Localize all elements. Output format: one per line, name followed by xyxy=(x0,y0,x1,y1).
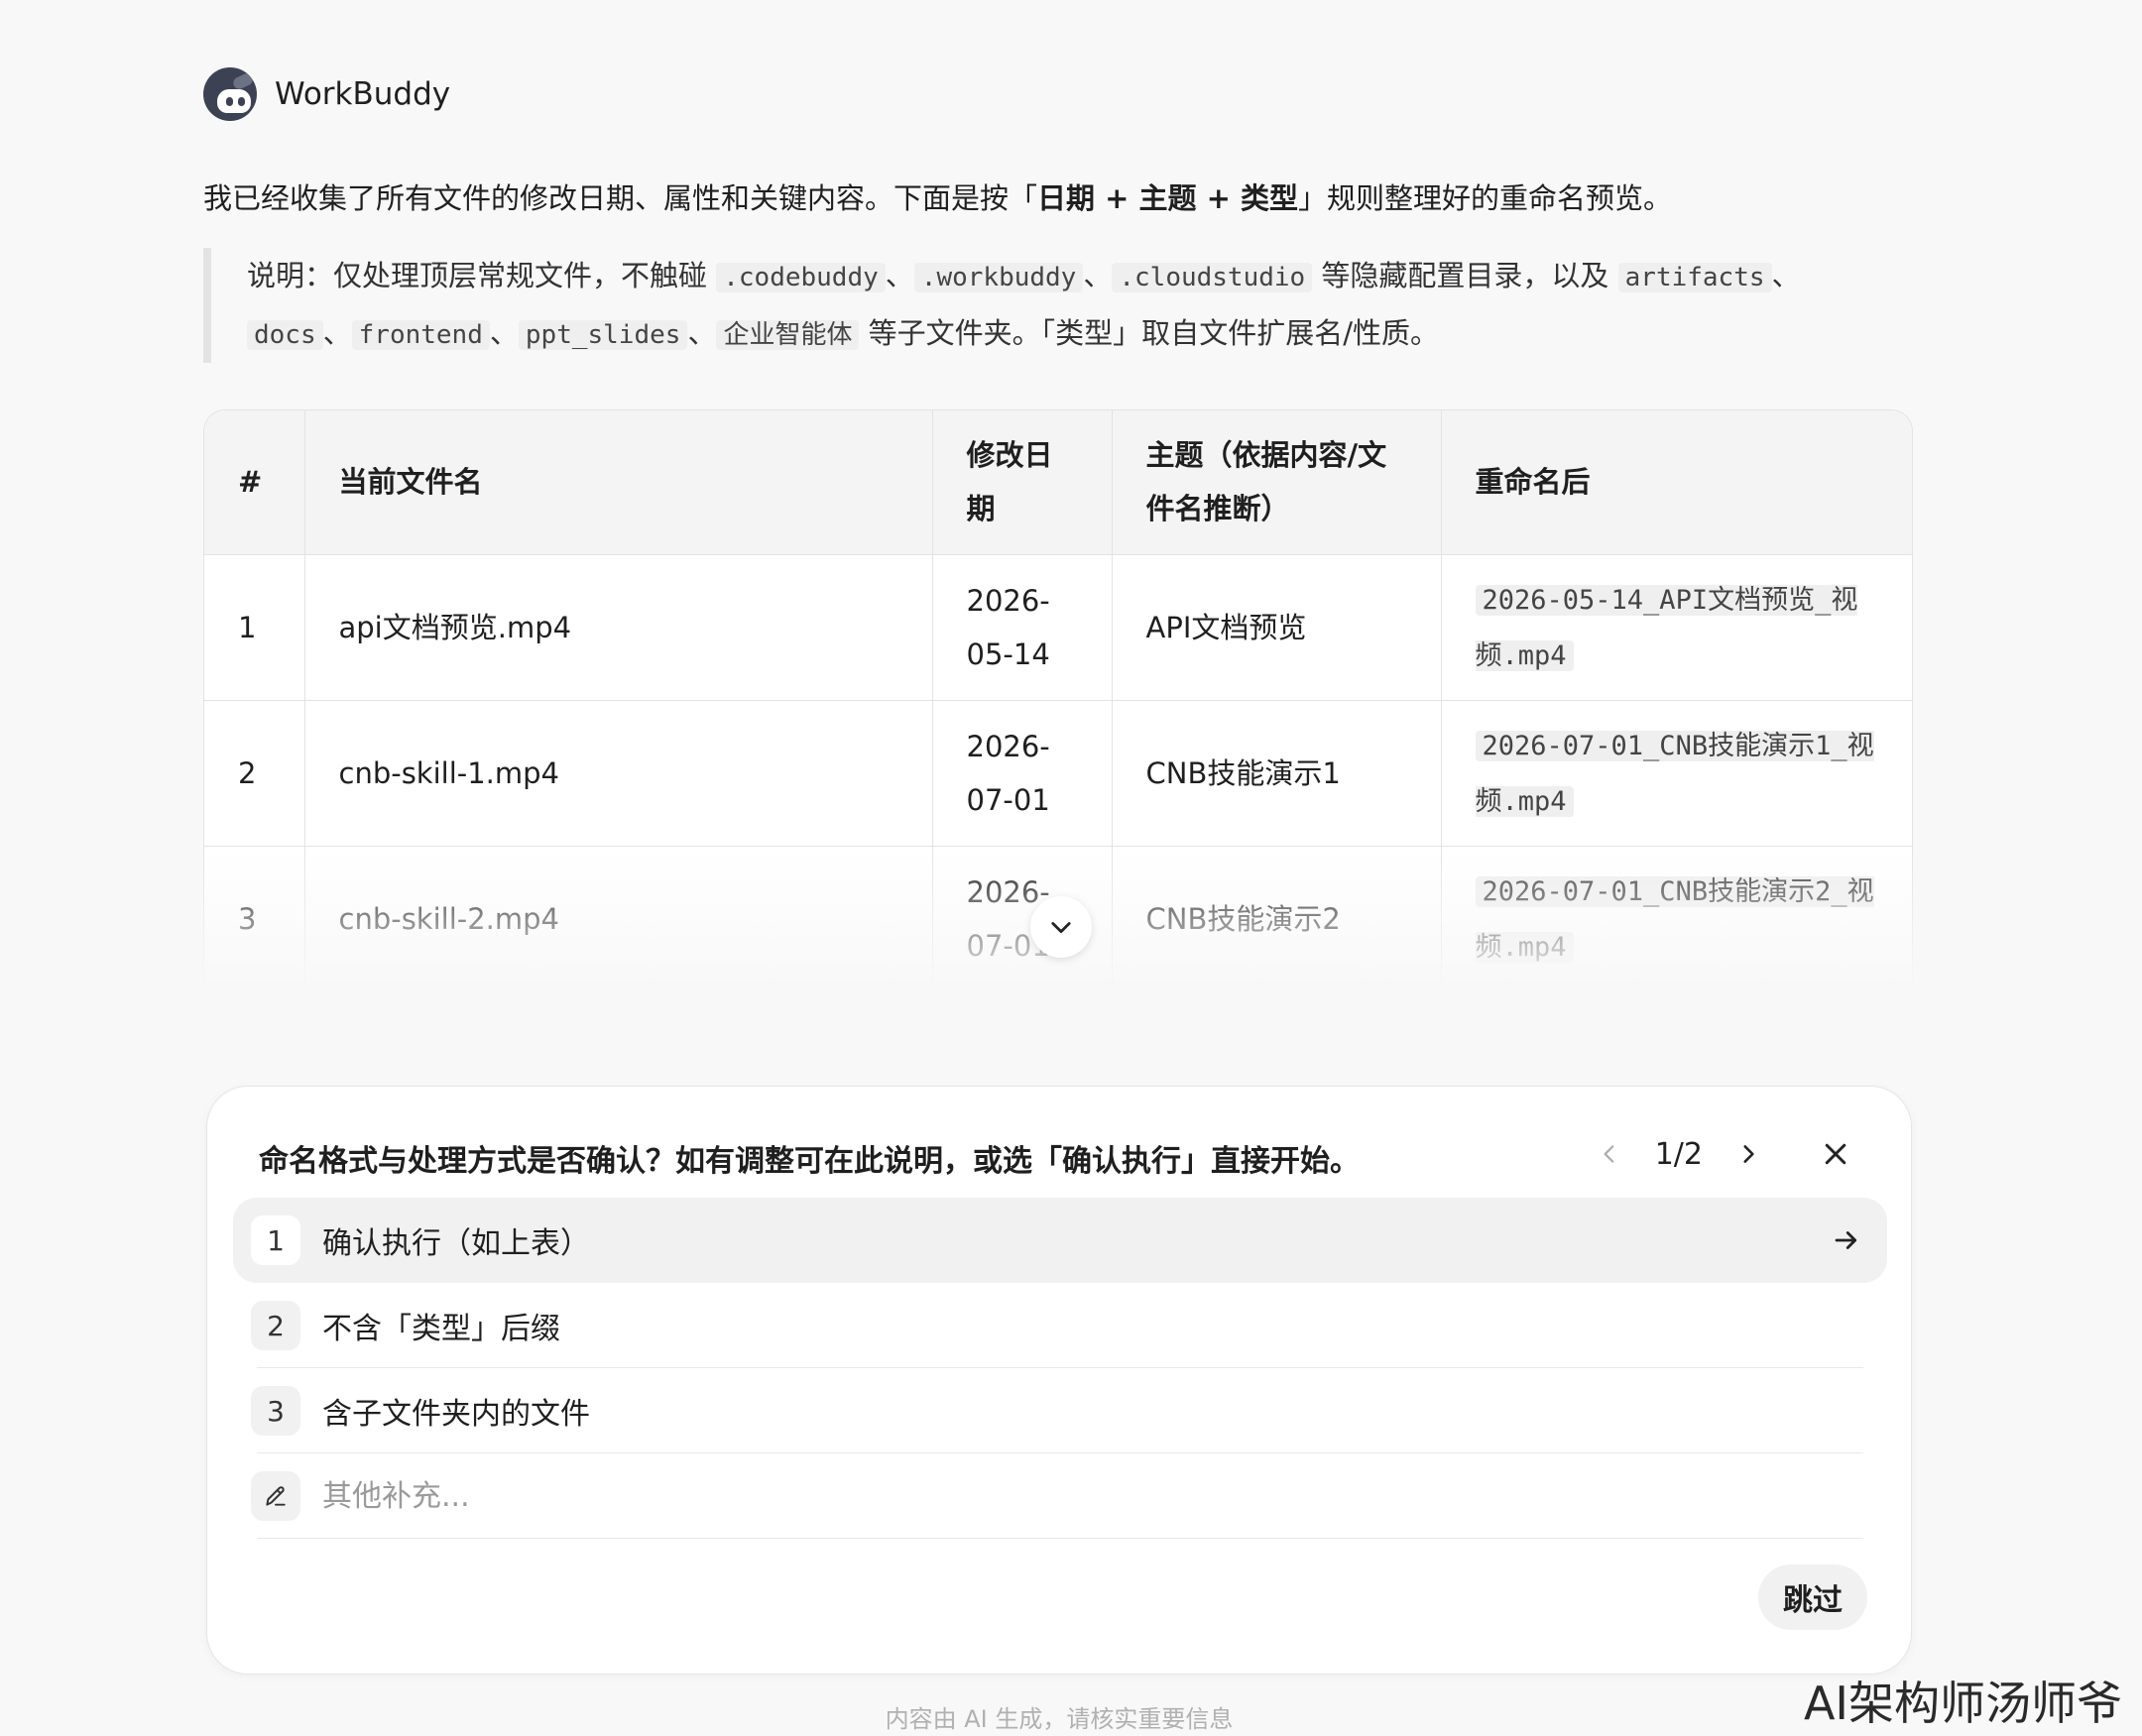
cell-topic: CNB技能演示2 xyxy=(1112,846,1442,989)
naming-rule: 日期 + 主题 + 类型 xyxy=(1037,181,1298,215)
skip-button[interactable]: 跳过 xyxy=(1758,1564,1867,1630)
app-name: WorkBuddy xyxy=(275,76,451,112)
arrow-right-icon xyxy=(1832,1198,1861,1283)
col-header-index: # xyxy=(204,410,305,555)
code-frontend: frontend xyxy=(351,320,490,350)
close-question-button[interactable] xyxy=(1812,1130,1859,1178)
cell-topic: API文档预览 xyxy=(1112,554,1442,701)
option-number: 1 xyxy=(251,1215,300,1265)
cell-renamed: 2026-07-01_CNB技能演示1_视频.mp4 xyxy=(1441,700,1912,847)
cell-date: 2026-07-01 xyxy=(932,700,1113,847)
question-title: 命名格式与处理方式是否确认？如有调整可在此说明，或选「确认执行」直接开始。 xyxy=(259,1144,1360,1179)
table-row: 2 cnb-skill-1.mp4 2026-07-01 CNB技能演示1 20… xyxy=(204,700,1912,847)
cell-filename: api文档预览.mp4 xyxy=(304,554,933,701)
option-number: 3 xyxy=(251,1386,300,1436)
code-codebuddy: .codebuddy xyxy=(716,263,886,292)
code-workbuddy: .workbuddy xyxy=(913,263,1084,292)
table-header-row: # 当前文件名 修改日期 主题（依据内容/文件名推断） 重命名后 xyxy=(204,410,1912,555)
other-input[interactable] xyxy=(322,1478,1711,1514)
code-artifacts: artifacts xyxy=(1617,263,1772,292)
next-question-button[interactable] xyxy=(1725,1130,1772,1178)
option-include-subfolders[interactable]: 3 含子文件夹内的文件 xyxy=(233,1368,1887,1453)
renamed-code: 2026-05-14_API文档预览_视频.mp4 xyxy=(1475,584,1858,671)
code-docs: docs xyxy=(247,320,323,350)
option-confirm[interactable]: 1 确认执行（如上表） xyxy=(233,1198,1887,1283)
cell-index: 3 xyxy=(204,846,305,989)
chevron-right-icon xyxy=(1743,1145,1754,1163)
renamed-code: 2026-07-01_CNB技能演示1_视频.mp4 xyxy=(1475,730,1874,817)
option-no-type-suffix[interactable]: 2 不含「类型」后缀 xyxy=(233,1283,1887,1368)
option-other[interactable] xyxy=(233,1453,1887,1539)
col-header-topic: 主题（依据内容/文件名推断） xyxy=(1112,410,1442,555)
scroll-down-button[interactable] xyxy=(1030,896,1092,958)
workbuddy-logo-icon xyxy=(203,67,257,121)
pager-count: 1/2 xyxy=(1654,1136,1703,1172)
chevron-down-icon xyxy=(1051,922,1071,934)
cell-renamed: 2026-07-01_CNB技能演示2_视频.mp4 xyxy=(1441,846,1912,989)
pencil-icon xyxy=(251,1471,300,1521)
note-blockquote: 说明：仅处理顶层常规文件，不触碰 .codebuddy、 .workbuddy、.… xyxy=(203,248,1949,363)
cell-index: 1 xyxy=(204,554,305,701)
code-enterprise-agent: 企业智能体 xyxy=(716,320,860,350)
renamed-code: 2026-07-01_CNB技能演示2_视频.mp4 xyxy=(1475,875,1874,963)
col-header-renamed: 重命名后 xyxy=(1441,410,1912,555)
ai-disclaimer: 内容由 AI 生成，请核实重要信息 xyxy=(885,1705,1234,1733)
message-header: WorkBuddy xyxy=(203,67,450,121)
question-card: 命名格式与处理方式是否确认？如有调整可在此说明，或选「确认执行」直接开始。 1/… xyxy=(206,1086,1912,1675)
option-number: 2 xyxy=(251,1301,300,1350)
chevron-left-icon xyxy=(1604,1145,1614,1163)
question-pager: 1/2 xyxy=(1586,1126,1859,1182)
message-intro: 我已经收集了所有文件的修改日期、属性和关键内容。下面是按「日期 + 主题 + 类… xyxy=(203,181,1673,215)
code-ppt-slides: ppt_slides xyxy=(518,320,688,350)
code-cloudstudio: .cloudstudio xyxy=(1112,263,1313,292)
cell-filename: cnb-skill-1.mp4 xyxy=(304,700,933,847)
col-header-date: 修改日期 xyxy=(932,410,1113,555)
prev-question-button[interactable] xyxy=(1586,1130,1633,1178)
options-list: 1 确认执行（如上表） 2 不含「类型」后缀 3 含子文件夹内的文件 xyxy=(233,1198,1887,1539)
option-label: 含子文件夹内的文件 xyxy=(322,1397,590,1432)
col-header-filename: 当前文件名 xyxy=(304,410,933,555)
option-label: 不含「类型」后缀 xyxy=(322,1312,560,1346)
table-row: 1 api文档预览.mp4 2026-05-14 API文档预览 2026-05… xyxy=(204,554,1912,701)
cell-index: 2 xyxy=(204,700,305,847)
watermark: AI架构师汤师爷 xyxy=(1803,1677,2122,1730)
cell-date: 2026-05-14 xyxy=(932,554,1113,701)
cell-renamed: 2026-05-14_API文档预览_视频.mp4 xyxy=(1441,554,1912,701)
cell-filename: cnb-skill-2.mp4 xyxy=(304,846,933,989)
close-icon xyxy=(1825,1143,1846,1165)
cell-topic: CNB技能演示1 xyxy=(1112,700,1442,847)
option-label: 确认执行（如上表） xyxy=(322,1226,590,1261)
